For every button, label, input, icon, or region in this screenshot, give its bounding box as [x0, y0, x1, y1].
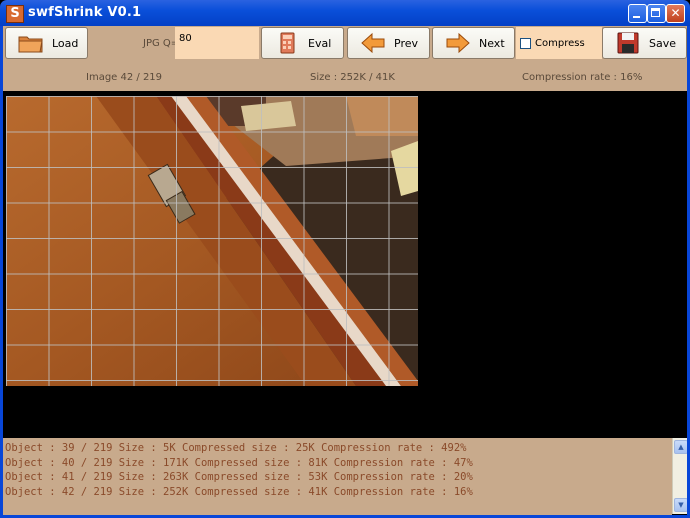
toolbar: Load JPG Q= 80 Eval Prev Next Compress S…	[0, 26, 690, 62]
compress-checkbox[interactable]	[520, 38, 531, 49]
eval-label: Eval	[308, 36, 332, 50]
close-icon: ✕	[670, 6, 681, 20]
save-label: Save	[649, 36, 677, 50]
compress-panel: Compress	[516, 27, 602, 59]
window-frame-left	[0, 26, 3, 518]
title-bar: S swfShrink V0.1 ✕	[0, 0, 690, 26]
log-line: Object : 42 / 219 Size : 252K Compressed…	[5, 485, 473, 498]
close-button[interactable]: ✕	[666, 4, 685, 23]
arrow-left-icon	[360, 32, 386, 54]
prev-label: Prev	[394, 36, 418, 50]
compression-rate: Compression rate : 16%	[522, 72, 643, 83]
jpg-quality-label: JPG Q=	[143, 38, 180, 49]
floppy-disk-icon	[615, 32, 641, 54]
prev-button[interactable]: Prev	[347, 27, 430, 59]
arrow-right-icon	[445, 32, 471, 54]
size-info: Size : 252K / 41K	[310, 72, 395, 83]
log-line: Object : 40 / 219 Size : 171K Compressed…	[5, 456, 473, 469]
maximize-button[interactable]	[647, 4, 666, 23]
log-line: Object : 41 / 219 Size : 263K Compressed…	[5, 471, 473, 483]
load-button[interactable]: Load	[5, 27, 88, 59]
next-button[interactable]: Next	[432, 27, 515, 59]
load-label: Load	[52, 36, 79, 50]
maximize-icon	[648, 5, 665, 22]
jpg-quality-input[interactable]: 80	[175, 27, 259, 59]
log-line: Object : 39 / 219 Size : 5K Compressed s…	[5, 442, 467, 454]
app-icon: S	[6, 5, 24, 23]
image-counter: Image 42 / 219	[86, 72, 163, 83]
scroll-up-icon[interactable]: ▲	[674, 440, 688, 454]
save-button[interactable]: Save	[602, 27, 687, 59]
log-panel: Object : 39 / 219 Size : 5K Compressed s…	[2, 438, 672, 517]
window-title: swfShrink V0.1	[28, 5, 142, 20]
next-label: Next	[479, 36, 505, 50]
scroll-down-icon[interactable]: ▼	[674, 498, 688, 512]
calculator-icon	[274, 32, 300, 54]
image-viewer	[4, 91, 686, 438]
minimize-icon	[629, 5, 646, 22]
folder-icon	[18, 32, 44, 54]
compress-label[interactable]: Compress	[535, 38, 585, 49]
minimize-button[interactable]	[628, 4, 647, 23]
preview-image	[6, 96, 418, 386]
eval-button[interactable]: Eval	[261, 27, 344, 59]
info-bar: Image 42 / 219 Size : 252K / 41K Compres…	[0, 62, 690, 91]
preview-grid-overlay	[6, 96, 418, 386]
